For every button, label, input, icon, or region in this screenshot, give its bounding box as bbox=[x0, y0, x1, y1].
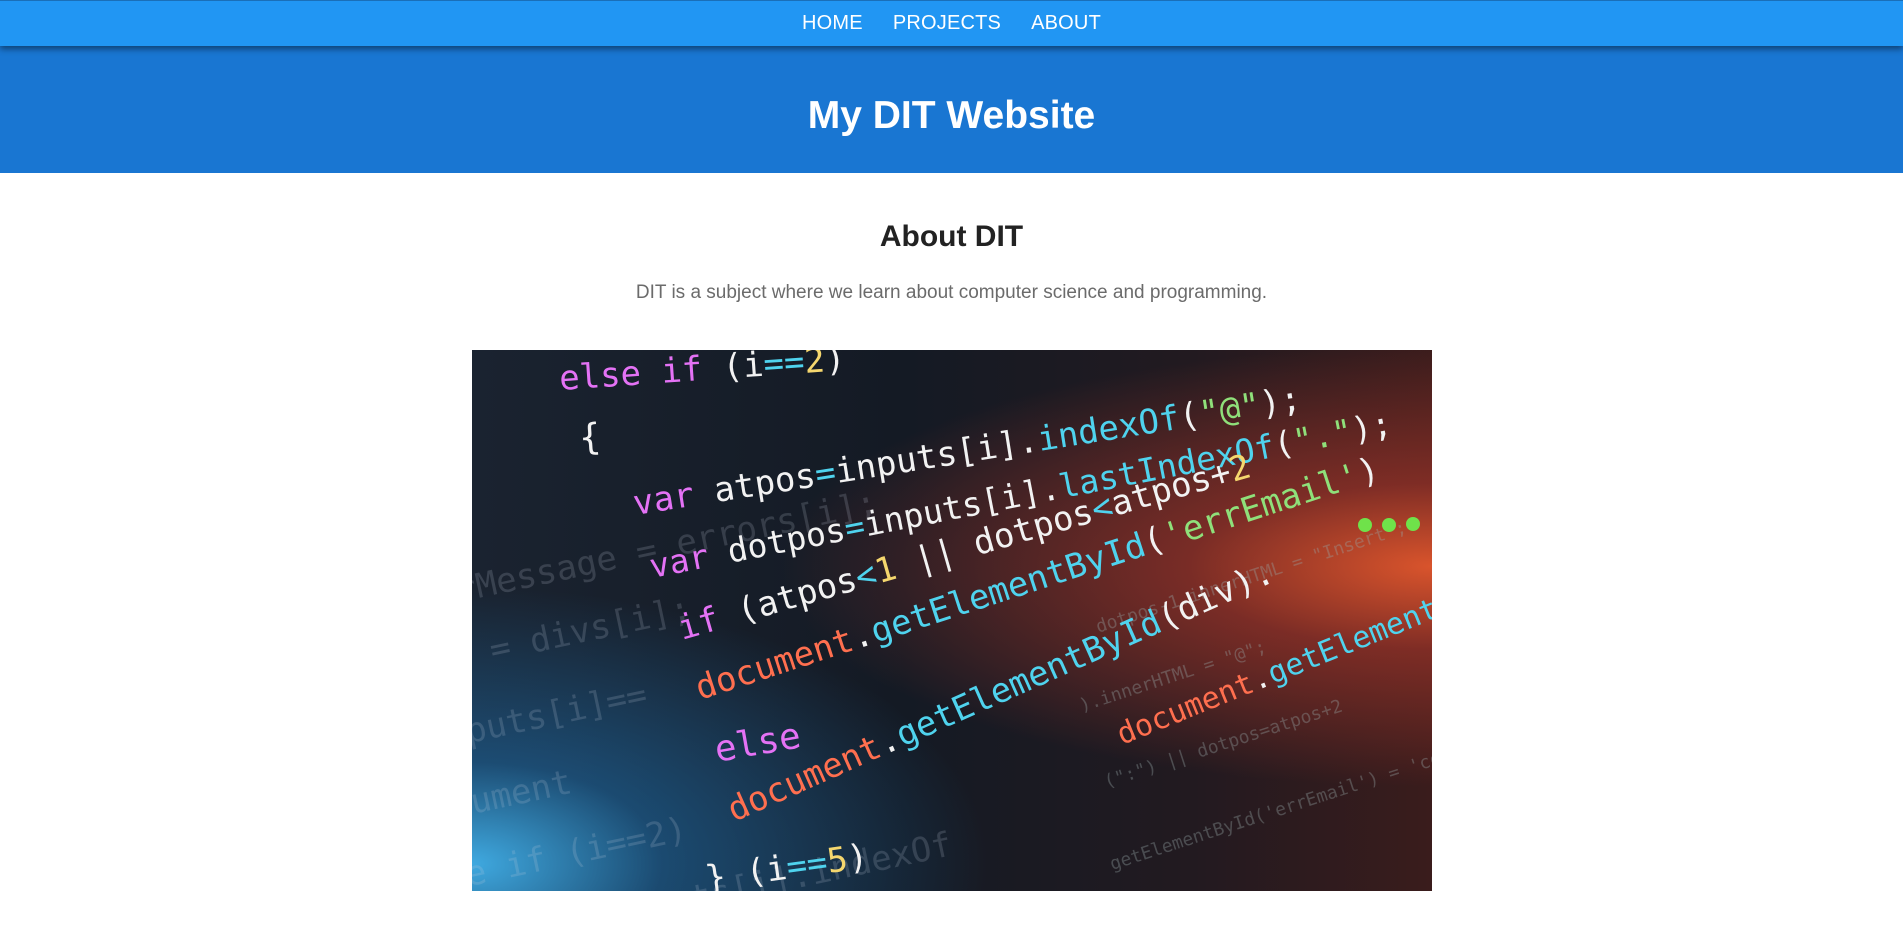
nav-home-link[interactable]: HOME bbox=[802, 12, 863, 35]
green-light-dot bbox=[1358, 518, 1372, 532]
nav-projects-link[interactable]: PROJECTS bbox=[893, 12, 1001, 35]
svg-text:else if (i==2): else if (i==2) bbox=[472, 809, 690, 891]
code-line: { bbox=[578, 417, 602, 459]
code-line: else if (i==2) bbox=[558, 350, 847, 399]
about-description: DIT is a subject where we learn about co… bbox=[635, 282, 1268, 303]
green-light-dot bbox=[1406, 517, 1420, 531]
about-heading: About DIT bbox=[879, 220, 1024, 253]
code-screenshot-image: errMessage = errors[i]; div = divs[i]; (… bbox=[472, 350, 1432, 891]
site-title: My DIT Website bbox=[807, 93, 1096, 137]
svg-text:div = divs[i];: div = divs[i]; bbox=[472, 589, 695, 688]
green-light-dot bbox=[1382, 518, 1396, 532]
site-header: My DIT Website bbox=[0, 46, 1903, 173]
svg-text:document: document bbox=[472, 762, 575, 835]
svg-text:(inputs[i]==: (inputs[i]== bbox=[472, 675, 651, 765]
top-navigation: HOME PROJECTS ABOUT bbox=[0, 0, 1903, 46]
nav-about-link[interactable]: ABOUT bbox=[1031, 12, 1101, 35]
code-image-graphic: errMessage = errors[i]; div = divs[i]; (… bbox=[472, 350, 1432, 891]
